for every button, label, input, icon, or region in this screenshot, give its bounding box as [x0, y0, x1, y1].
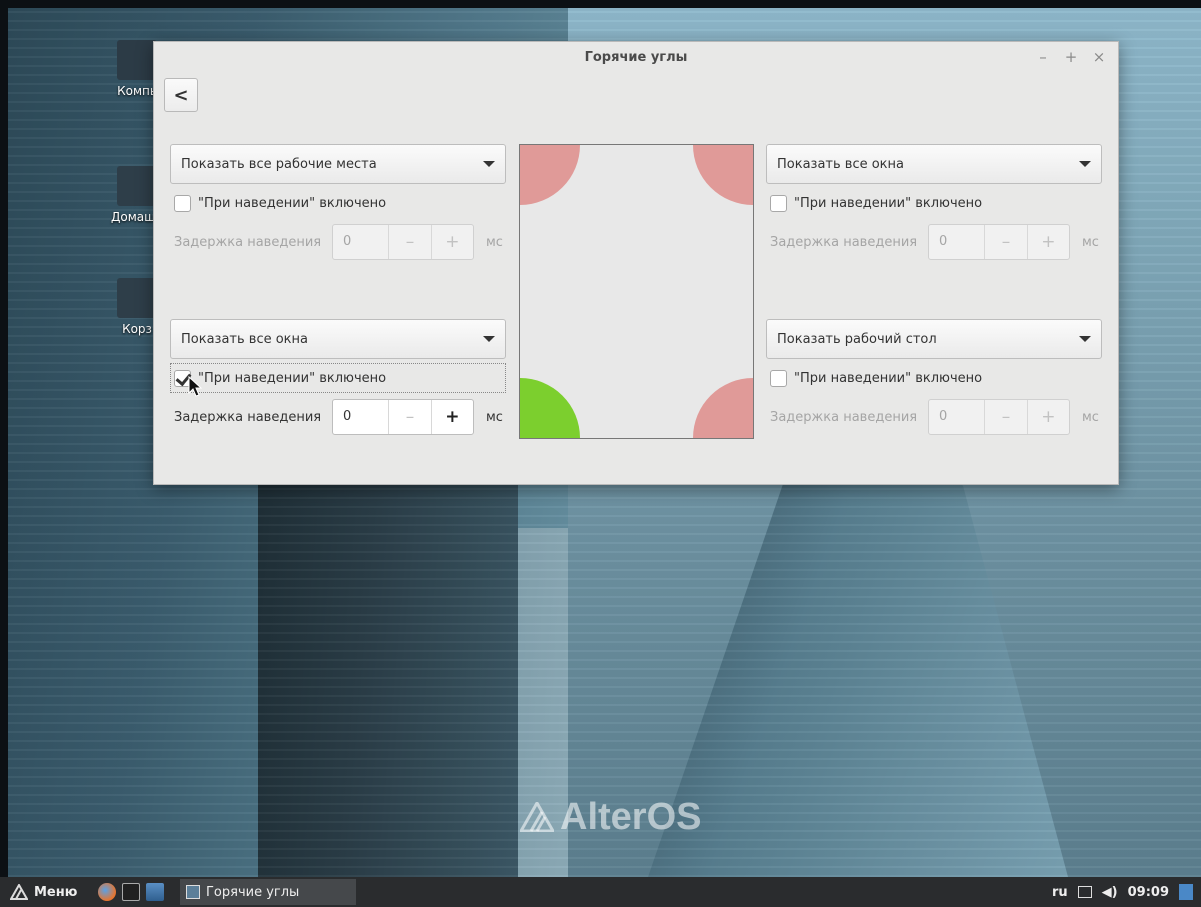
corner-indicator-bottom-right: [693, 378, 753, 438]
corner-indicator-top-left: [520, 145, 580, 205]
unit-label: мс: [1082, 409, 1099, 425]
increment-button: +: [1026, 400, 1069, 434]
home-folder-icon: [117, 166, 157, 206]
hover-enabled-checkbox[interactable]: [770, 369, 787, 387]
hover-delay-input: 0: [343, 234, 352, 249]
decrement-button: –: [388, 225, 430, 259]
corner-action-select[interactable]: Показать рабочий стол: [766, 319, 1102, 359]
screen-preview: [519, 144, 754, 439]
dropdown-arrow-icon: [483, 336, 495, 342]
close-button[interactable]: ×: [1092, 48, 1106, 66]
increment-button: +: [430, 225, 473, 259]
window-controls: – + ×: [1036, 48, 1106, 66]
corner-bottom-right: Показать рабочий стол "При наведении" вк…: [766, 319, 1102, 437]
window-thumbnail-icon: [186, 885, 200, 899]
hover-enabled-row[interactable]: "При наведении" включено: [766, 188, 1102, 218]
taskbar: Меню Горячие углы ru ◀) 09:09: [0, 877, 1201, 907]
corner-bottom-left: Показать все окна "При наведении" включе…: [170, 319, 506, 437]
minimize-button[interactable]: –: [1036, 48, 1050, 66]
dropdown-arrow-icon: [1079, 336, 1091, 342]
back-button[interactable]: <: [164, 78, 198, 112]
corner-action-select[interactable]: Показать все окна: [766, 144, 1102, 184]
select-value: Показать все рабочие места: [181, 156, 377, 172]
corner-indicator-bottom-left: [520, 378, 580, 438]
decrement-button: –: [984, 225, 1026, 259]
hover-enabled-row[interactable]: "При наведении" включено: [170, 363, 506, 393]
network-icon[interactable]: [1077, 886, 1092, 898]
select-value: Показать рабочий стол: [777, 331, 937, 347]
terminal-launcher-icon[interactable]: [122, 883, 140, 901]
clock[interactable]: 09:09: [1128, 885, 1169, 900]
hover-delay-row: Задержка наведения 0 – + мс: [766, 222, 1102, 262]
os-logo-text: AlterOS: [560, 795, 702, 838]
hover-delay-label: Задержка наведения: [174, 234, 322, 250]
hover-delay-row: Задержка наведения 0 – + мс: [766, 397, 1102, 437]
hover-delay-row: Задержка наведения 0 – + мс: [170, 222, 506, 262]
corner-action-select[interactable]: Показать все рабочие места: [170, 144, 506, 184]
decrement-button[interactable]: –: [388, 400, 430, 434]
select-value: Показать все окна: [777, 156, 905, 172]
hover-enabled-label: "При наведении" включено: [794, 370, 983, 386]
corner-indicator-top-right: [693, 145, 753, 205]
volume-icon[interactable]: ◀): [1102, 885, 1118, 900]
corner-action-select[interactable]: Показать все окна: [170, 319, 506, 359]
hover-enabled-checkbox[interactable]: [770, 194, 787, 212]
os-logo: AlterOS: [520, 794, 730, 840]
decrement-button: –: [984, 400, 1026, 434]
alteros-menu-icon: [10, 884, 28, 900]
corner-top-left: Показать все рабочие места "При наведени…: [170, 144, 506, 262]
window-title: Горячие углы: [584, 50, 688, 65]
dropdown-arrow-icon: [1079, 161, 1091, 167]
menu-label: Меню: [34, 884, 78, 900]
hover-delay-label: Задержка наведения: [174, 409, 322, 425]
hot-corners-window: Горячие углы – + × < Показать все рабочи…: [153, 41, 1119, 485]
task-label: Горячие углы: [206, 884, 300, 900]
unit-label: мс: [486, 234, 503, 250]
hover-delay-stepper[interactable]: 0 – +: [332, 399, 474, 435]
show-desktop-icon[interactable]: [1179, 884, 1193, 900]
hover-enabled-label: "При наведении" включено: [794, 195, 983, 211]
unit-label: мс: [1082, 234, 1099, 250]
start-menu-button[interactable]: Меню: [10, 884, 98, 900]
system-tray: ru ◀) 09:09: [1052, 877, 1193, 907]
hover-delay-input: 0: [939, 409, 948, 424]
file-manager-launcher-icon[interactable]: [146, 883, 164, 901]
maximize-button[interactable]: +: [1064, 48, 1078, 66]
increment-button: +: [1026, 225, 1069, 259]
hover-delay-label: Задержка наведения: [770, 234, 918, 250]
hover-enabled-label: "При наведении" включено: [198, 195, 387, 211]
hover-delay-stepper: 0 – +: [332, 224, 474, 260]
hover-enabled-checkbox[interactable]: [174, 194, 191, 212]
hover-delay-input: 0: [939, 234, 948, 249]
hover-delay-input[interactable]: 0: [333, 400, 388, 434]
unit-label: мс: [486, 409, 503, 425]
hover-delay-row: Задержка наведения 0 – + мс: [170, 397, 506, 437]
firefox-launcher-icon[interactable]: [98, 883, 116, 901]
hover-enabled-row[interactable]: "При наведении" включено: [170, 188, 506, 218]
select-value: Показать все окна: [181, 331, 309, 347]
hover-enabled-row[interactable]: "При наведении" включено: [766, 363, 1102, 393]
alteros-logo-icon: [520, 802, 554, 832]
corner-top-right: Показать все окна "При наведении" включе…: [766, 144, 1102, 262]
chevron-left-icon: <: [173, 84, 189, 106]
increment-button[interactable]: +: [430, 400, 473, 434]
computer-icon: [117, 40, 157, 80]
keyboard-layout-indicator[interactable]: ru: [1052, 885, 1068, 900]
hover-delay-stepper: 0 – +: [928, 399, 1070, 435]
hover-delay-label: Задержка наведения: [770, 409, 918, 425]
taskbar-window-button[interactable]: Горячие углы: [180, 879, 356, 905]
hover-enabled-label: "При наведении" включено: [198, 370, 387, 386]
trash-icon: [117, 278, 157, 318]
hover-delay-stepper: 0 – +: [928, 224, 1070, 260]
mouse-pointer-icon: [188, 376, 202, 397]
dropdown-arrow-icon: [483, 161, 495, 167]
